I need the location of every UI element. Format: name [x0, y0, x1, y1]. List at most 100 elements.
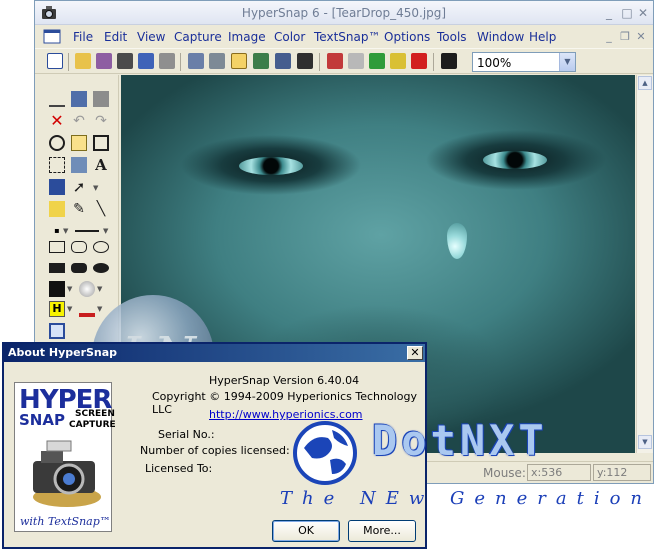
rectangle-icon[interactable] [49, 241, 65, 253]
rounded-rectangle-icon[interactable] [71, 241, 87, 253]
close-icon[interactable]: ✕ [635, 6, 651, 20]
copies-licensed-text: Number of copies licensed: 1 [140, 444, 301, 457]
title-bar[interactable]: HyperSnap 6 - [TearDrop_450.jpg] _ □ ✕ [35, 1, 653, 25]
new-icon[interactable] [47, 53, 63, 69]
chevron-down-icon[interactable]: ▼ [67, 285, 72, 293]
color-icon[interactable] [49, 281, 65, 297]
line-icon[interactable]: ╲ [93, 201, 109, 217]
maximize-icon[interactable]: □ [619, 6, 635, 20]
pointer-icon[interactable] [71, 135, 87, 151]
camera-icon [33, 440, 101, 507]
doc-minimize-icon[interactable]: _ [603, 31, 615, 43]
logo-screen-text: SCREEN [75, 409, 115, 419]
chevron-down-icon[interactable]: ▼ [63, 227, 68, 235]
menu-image[interactable]: Image [228, 30, 266, 44]
fill-pattern-icon[interactable] [79, 281, 95, 297]
doc-restore-icon[interactable]: ❐ [619, 31, 631, 43]
chevron-down-icon[interactable]: ▼ [97, 285, 102, 293]
about-dialog-title-bar[interactable]: About HyperSnap ✕ [4, 344, 425, 362]
capture-window-icon[interactable] [188, 53, 204, 69]
capture-full-icon[interactable] [297, 53, 313, 69]
line-style-icon[interactable] [75, 230, 99, 232]
paste-icon[interactable] [93, 91, 109, 107]
zoom-icon[interactable] [49, 135, 65, 151]
whats-this-icon[interactable] [441, 53, 457, 69]
filled-rectangle-icon[interactable] [49, 263, 65, 273]
rotate-icon[interactable] [327, 53, 343, 69]
chevron-down-icon[interactable]: ▼ [97, 305, 102, 313]
doc-close-icon[interactable]: ✕ [635, 31, 647, 43]
eraser-pen-icon[interactable] [49, 179, 65, 195]
tagline-text: The NEw Generation [280, 488, 653, 509]
redo-icon[interactable]: ↷ [93, 113, 109, 129]
zoom-combobox[interactable]: 100% ▼ [472, 52, 576, 72]
document-icon[interactable] [43, 29, 61, 44]
logo-capture-text: CAPTURE [69, 420, 116, 430]
logo-snap-text: SNAP [19, 411, 65, 429]
ok-button[interactable]: OK [272, 520, 340, 542]
text-icon[interactable]: A [93, 157, 109, 173]
minimize-icon[interactable]: _ [601, 6, 617, 20]
menu-view[interactable]: View [137, 30, 165, 44]
menu-capture[interactable]: Capture [174, 30, 222, 44]
chevron-down-icon[interactable]: ▼ [559, 53, 575, 71]
book-icon[interactable] [138, 53, 154, 69]
chevron-down-icon[interactable]: ▼ [103, 227, 108, 235]
window-title: HyperSnap 6 - [TearDrop_450.jpg] [241, 6, 447, 20]
scroll-up-icon[interactable]: ▲ [638, 76, 652, 90]
fit-icon[interactable] [49, 323, 65, 339]
highlight-h-icon[interactable]: H [49, 301, 65, 317]
properties-icon[interactable] [209, 53, 225, 69]
capture-button-icon[interactable] [253, 53, 269, 69]
version-text: HyperSnap Version 6.40.04 [209, 374, 360, 387]
open-icon[interactable] [75, 53, 91, 69]
print-icon[interactable] [159, 53, 175, 69]
teardrop-image [447, 223, 467, 259]
menu-help[interactable]: Help [529, 30, 556, 44]
capture-region-icon[interactable] [231, 53, 247, 69]
highlighter-icon[interactable] [49, 201, 65, 217]
chevron-down-icon[interactable]: ▼ [93, 184, 98, 192]
save-as-icon[interactable] [117, 53, 133, 69]
logo-with-textsnap: with TextSnap™ [20, 515, 111, 528]
more-button[interactable]: More... [348, 520, 416, 542]
toolbar-separator [180, 53, 181, 71]
menu-file[interactable]: File [73, 30, 93, 44]
arrow-icon[interactable]: ➚ [71, 179, 87, 195]
delete-icon[interactable]: ✕ [49, 113, 65, 129]
select-icon[interactable] [93, 135, 109, 151]
resize-icon[interactable] [390, 53, 406, 69]
ellipse-icon[interactable] [93, 241, 109, 253]
flip-icon[interactable] [348, 53, 364, 69]
about-dialog-title: About HyperSnap [8, 346, 118, 359]
save-icon[interactable] [96, 53, 112, 69]
marquee-icon[interactable] [49, 157, 65, 173]
fill-icon[interactable] [71, 157, 87, 173]
scroll-down-icon[interactable]: ▼ [638, 435, 652, 449]
vertical-scrollbar[interactable]: ▲ ▼ [636, 75, 653, 453]
menu-window[interactable]: Window [477, 30, 524, 44]
stamp-icon[interactable] [411, 53, 427, 69]
menu-textsnap[interactable]: TextSnap™ [314, 30, 380, 44]
close-icon[interactable]: ✕ [407, 346, 423, 360]
scissors-icon[interactable] [49, 91, 65, 107]
left-eye-image [239, 157, 303, 175]
capture-scroll-icon[interactable] [275, 53, 291, 69]
copy-icon[interactable] [71, 91, 87, 107]
filled-rounded-rectangle-icon[interactable] [71, 263, 87, 273]
undo-icon[interactable]: ↶ [71, 113, 87, 129]
toolbar-separator [68, 53, 69, 71]
crop-icon[interactable] [369, 53, 385, 69]
menu-color[interactable]: Color [274, 30, 305, 44]
mouse-x: x:536 [527, 464, 591, 481]
about-dialog: About HyperSnap ✕ HYPER SNAP SCREEN CAPT… [2, 342, 427, 549]
stamp-tool-icon[interactable] [79, 301, 95, 317]
chevron-down-icon[interactable]: ▼ [67, 305, 72, 313]
pen-icon[interactable]: ✎ [71, 201, 87, 217]
menu-tools[interactable]: Tools [437, 30, 467, 44]
menu-options[interactable]: Options [384, 30, 430, 44]
right-eye-image [483, 151, 547, 169]
globe-icon [293, 421, 357, 485]
menu-edit[interactable]: Edit [104, 30, 127, 44]
filled-ellipse-icon[interactable] [93, 263, 109, 273]
